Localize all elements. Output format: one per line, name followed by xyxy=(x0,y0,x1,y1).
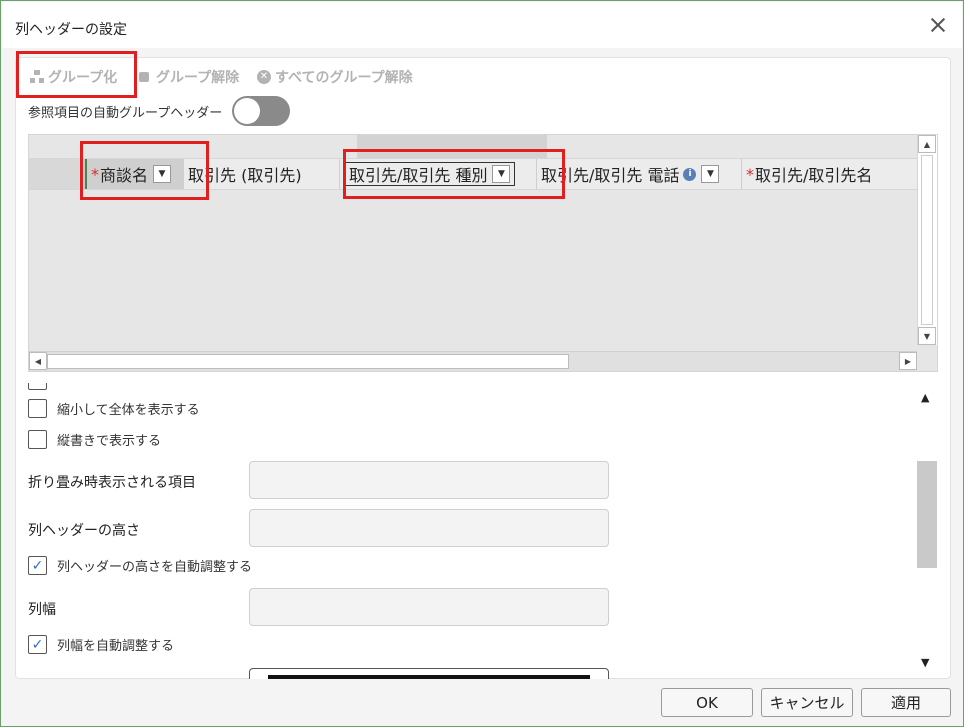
column-header-settings-dialog: 列ヘッダーの設定 グループ化 グループ解除 ✕ すべてのグループ解除 参照項目の… xyxy=(0,0,964,727)
ungroup-icon xyxy=(138,70,152,84)
grid-vertical-scrollbar[interactable]: ▲ ▼ xyxy=(917,135,937,345)
column-header-grid: * 商談名 ▼ 取引先 (取引先) 取引先/取引先 種別 ▼ 取引先/取引先 電… xyxy=(28,134,938,372)
row-header-cell xyxy=(29,159,85,189)
group-label: グループ化 xyxy=(48,70,118,86)
apply-button[interactable]: 適用 xyxy=(861,688,951,717)
shrink-to-fit-label: 縮小して全体を表示する xyxy=(57,403,200,418)
vertical-text-row: 縦書きで表示する xyxy=(28,430,161,449)
close-icon[interactable] xyxy=(928,15,948,35)
dialog-content: グループ化 グループ解除 ✕ すべてのグループ解除 参照項目の自動グループヘッダ… xyxy=(15,51,951,679)
scroll-down-icon[interactable]: ▼ xyxy=(918,327,936,345)
auto-column-width-checkbox[interactable]: ✓ xyxy=(28,635,47,654)
ungroup-all-button[interactable]: ✕ すべてのグループ解除 xyxy=(257,67,413,87)
ok-button[interactable]: OK xyxy=(661,688,753,717)
column-header-account-phone[interactable]: 取引先/取引先 電話 i ▼ xyxy=(537,159,742,189)
collapsed-items-label: 折り畳み時表示される項目 xyxy=(28,475,196,491)
partial-checkbox-row xyxy=(28,383,47,390)
x-circle-icon: ✕ xyxy=(257,70,271,84)
cancel-button[interactable]: キャンセル xyxy=(761,688,853,717)
column-header-account-type[interactable]: 取引先/取引先 種別 ▼ xyxy=(340,159,537,189)
scroll-track[interactable] xyxy=(921,155,933,325)
column-header-account-name[interactable]: * 取引先/取引先名 xyxy=(742,159,917,189)
auto-header-height-row: ✓ 列ヘッダーの高さを自動調整する xyxy=(28,556,252,575)
header-height-field[interactable] xyxy=(249,509,609,547)
column-label: 取引先 (取引先) xyxy=(188,166,302,185)
chevron-down-icon[interactable]: ▼ xyxy=(153,165,172,183)
scroll-thumb[interactable] xyxy=(917,461,937,568)
header-height-label: 列ヘッダーの高さ xyxy=(28,523,140,539)
required-mark: * xyxy=(746,164,754,184)
scroll-right-icon[interactable]: ▶ xyxy=(899,352,917,370)
column-header-account[interactable]: 取引先 (取引先) xyxy=(184,159,340,189)
auto-group-header-toggle[interactable] xyxy=(232,96,291,126)
grid-horizontal-scrollbar[interactable]: ◀ ▶ xyxy=(29,351,917,371)
column-label: 取引先/取引先名 xyxy=(755,166,873,185)
options-panel: 縮小して全体を表示する 縦書きで表示する 折り畳み時表示される項目 列ヘッダーの… xyxy=(16,383,916,679)
group-header-cell xyxy=(357,135,547,158)
column-header-frame: 取引先/取引先 種別 ▼ xyxy=(344,162,516,186)
auto-column-width-label: 列幅を自動調整する xyxy=(57,639,175,654)
collapsed-items-field[interactable] xyxy=(249,461,609,499)
group-icon xyxy=(30,70,44,84)
options-vertical-scrollbar[interactable]: ▲ ▼ xyxy=(916,383,940,673)
vertical-text-label: 縦書きで表示する xyxy=(57,434,162,449)
required-mark: * xyxy=(91,164,99,184)
scroll-left-icon[interactable]: ◀ xyxy=(29,352,47,370)
auto-group-header-row: 参照項目の自動グループヘッダー xyxy=(28,96,291,126)
shrink-to-fit-row: 縮小して全体を表示する xyxy=(28,399,200,418)
dialog-title: 列ヘッダーの設定 xyxy=(15,22,127,38)
title-bar: 列ヘッダーの設定 xyxy=(2,2,962,48)
auto-column-width-row: ✓ 列幅を自動調整する xyxy=(28,635,174,654)
auto-header-height-checkbox[interactable]: ✓ xyxy=(28,556,47,575)
scroll-thumb[interactable] xyxy=(47,354,569,369)
column-label: 商談名 xyxy=(100,166,149,185)
info-icon: i xyxy=(683,167,697,181)
ungroup-label: グループ解除 xyxy=(156,70,240,86)
group-header-strip xyxy=(97,135,550,158)
chevron-down-icon[interactable]: ▼ xyxy=(701,165,720,183)
grid-header-row: * 商談名 ▼ 取引先 (取引先) 取引先/取引先 種別 ▼ 取引先/取引先 電… xyxy=(29,158,917,190)
column-width-field[interactable] xyxy=(249,588,609,626)
ungroup-all-label: すべてのグループ解除 xyxy=(275,70,413,86)
scroll-up-icon[interactable]: ▲ xyxy=(921,391,929,404)
column-width-label: 列幅 xyxy=(28,602,56,618)
column-header-opportunity-name[interactable]: * 商談名 ▼ xyxy=(85,159,184,189)
column-label: 取引先/取引先 電話 xyxy=(541,166,680,185)
column-label: 取引先/取引先 種別 xyxy=(349,166,488,185)
checkbox[interactable] xyxy=(28,383,47,390)
scroll-up-icon[interactable]: ▲ xyxy=(918,135,936,153)
group-header-cell xyxy=(97,135,357,158)
group-button[interactable]: グループ化 xyxy=(30,67,117,87)
shrink-to-fit-checkbox[interactable] xyxy=(28,399,47,418)
auto-header-height-label: 列ヘッダーの高さを自動調整する xyxy=(57,560,253,575)
ungroup-button[interactable]: グループ解除 xyxy=(138,67,239,87)
color-swatch xyxy=(268,675,590,679)
auto-group-header-label: 参照項目の自動グループヘッダー xyxy=(28,105,223,121)
color-picker-field[interactable] xyxy=(249,668,609,679)
chevron-down-icon[interactable]: ▼ xyxy=(492,165,511,183)
scroll-down-icon[interactable]: ▼ xyxy=(921,656,929,669)
vertical-text-checkbox[interactable] xyxy=(28,430,47,449)
toggle-knob xyxy=(234,98,261,124)
